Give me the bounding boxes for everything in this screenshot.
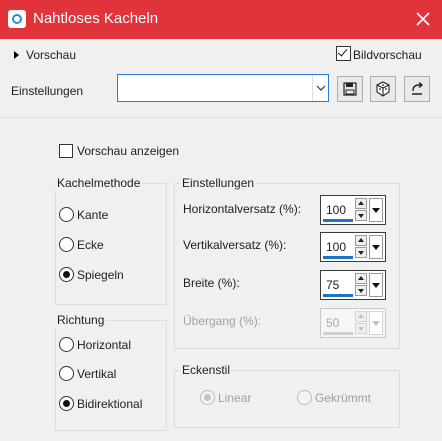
expand-triangle-icon [14, 51, 19, 59]
radio-kante-button[interactable] [59, 207, 74, 222]
increment-arrow-icon[interactable] [355, 235, 367, 246]
value-bar [323, 294, 353, 297]
increment-arrow-icon[interactable] [355, 273, 367, 284]
presets-combo[interactable] [117, 74, 329, 102]
value-bar [323, 256, 353, 259]
save-icon [343, 82, 357, 96]
vertikalversatz-value[interactable]: 100 [326, 240, 346, 254]
bildvorschau-label: Bildvorschau [353, 48, 422, 62]
radio-ecke-button[interactable] [59, 237, 74, 252]
radio-horizontal[interactable]: Horizontal [59, 337, 131, 352]
reset-button[interactable] [404, 76, 430, 102]
breite-label: Breite (%): [183, 276, 240, 290]
radio-ecke-label: Ecke [77, 238, 104, 252]
presets-dropdown-arrow[interactable] [312, 75, 328, 101]
uebergang-label: Übergang (%): [183, 314, 262, 328]
radio-bidirektional[interactable]: Bidirektional [59, 396, 142, 411]
radio-gekruemmt[interactable]: Gekrümmt [297, 390, 371, 405]
vorschau-anzeigen-label: Vorschau anzeigen [77, 144, 180, 158]
vertikalversatz-label: Vertikalversatz (%): [183, 238, 287, 252]
radio-bidirektional-button[interactable] [59, 396, 74, 411]
reset-icon [412, 81, 424, 95]
radio-kante[interactable]: Kante [59, 207, 108, 222]
radio-spiegeln[interactable]: Spiegeln [59, 267, 124, 282]
einstellungen-label: Einstellungen [180, 176, 257, 190]
close-icon [416, 12, 430, 26]
vorschau-label: Vorschau [26, 48, 77, 62]
radio-gekruemmt-button[interactable] [297, 390, 312, 405]
radio-linear[interactable]: Linear [200, 390, 251, 405]
save-preset-button[interactable] [337, 76, 363, 102]
radio-spiegeln-button[interactable] [59, 267, 74, 282]
eckenstil-label: Eckenstil [180, 363, 233, 377]
radio-ecke[interactable]: Ecke [59, 237, 104, 252]
radio-gekruemmt-label: Gekrümmt [315, 391, 372, 405]
breite-value[interactable]: 75 [326, 278, 339, 292]
horizontalversatz-value[interactable]: 100 [326, 203, 346, 217]
cube-icon [376, 81, 390, 97]
close-button[interactable] [412, 8, 434, 30]
radio-vertikal[interactable]: Vertikal [59, 366, 116, 381]
increment-arrow-icon[interactable] [355, 198, 367, 209]
increment-arrow-icon[interactable] [355, 311, 367, 322]
window-title: Nahtloses Kacheln [33, 10, 159, 27]
vorschau-anzeigen-check[interactable] [59, 144, 73, 158]
radio-vertikal-label: Vertikal [77, 367, 117, 381]
slider-dropdown-icon[interactable] [369, 273, 383, 297]
richtung-label: Richtung [55, 313, 107, 327]
value-bar [323, 219, 353, 222]
horizontalversatz-label: Horizontalversatz (%): [183, 202, 302, 216]
radio-kante-label: Kante [77, 208, 109, 222]
vertikalversatz-spinner[interactable]: 100 [320, 232, 386, 262]
slider-dropdown-icon[interactable] [369, 235, 383, 259]
radio-linear-button[interactable] [200, 390, 215, 405]
camera-icon [8, 10, 26, 28]
chevron-down-icon [316, 85, 326, 91]
bildvorschau-check[interactable] [336, 46, 351, 61]
kachelmethode-label: Kachelmethode [55, 176, 143, 190]
slider-dropdown-icon[interactable] [369, 311, 383, 335]
vorschau-toggle[interactable]: Vorschau [14, 48, 76, 62]
decrement-arrow-icon[interactable] [355, 285, 367, 296]
radio-horizontal-label: Horizontal [77, 338, 132, 352]
presets-label: Einstellungen [11, 84, 84, 98]
decrement-arrow-icon[interactable] [355, 247, 367, 258]
slider-dropdown-icon[interactable] [369, 198, 383, 222]
title-bar: Nahtloses Kacheln [0, 0, 442, 39]
uebergang-value[interactable]: 50 [326, 316, 339, 330]
vorschau-anzeigen-checkbox[interactable]: Vorschau anzeigen [59, 144, 179, 158]
decrement-arrow-icon[interactable] [355, 210, 367, 221]
radio-bidirektional-label: Bidirektional [77, 397, 143, 411]
radio-vertikal-button[interactable] [59, 366, 74, 381]
radio-horizontal-button[interactable] [59, 337, 74, 352]
radio-spiegeln-label: Spiegeln [77, 268, 124, 282]
radio-linear-label: Linear [218, 391, 252, 405]
randomize-button[interactable] [370, 76, 396, 102]
bildvorschau-checkbox[interactable]: Bildvorschau [336, 46, 422, 62]
uebergang-spinner[interactable]: 50 [320, 308, 386, 338]
horizontalversatz-spinner[interactable]: 100 [320, 195, 386, 225]
value-bar [323, 332, 353, 335]
breite-spinner[interactable]: 75 [320, 270, 386, 300]
decrement-arrow-icon[interactable] [355, 323, 367, 334]
